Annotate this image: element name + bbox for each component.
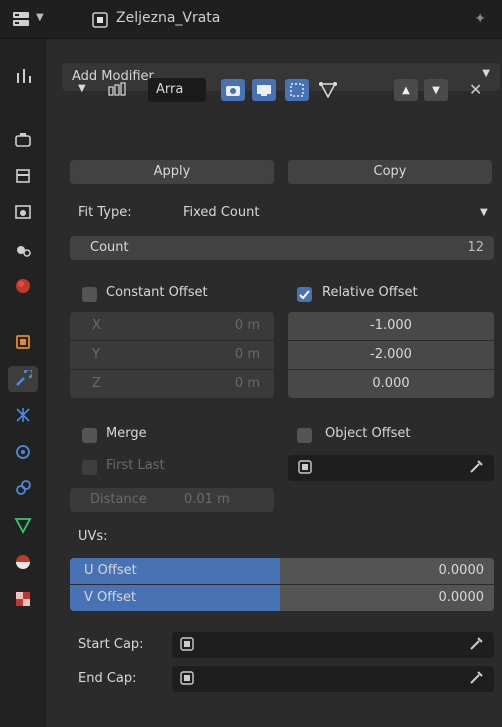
object-offset-field[interactable]	[288, 455, 494, 481]
axis-value: 0 m	[234, 376, 260, 391]
start-cap-label: Start Cap:	[78, 637, 144, 652]
u-offset-label: U Offset	[84, 563, 137, 578]
end-cap-label: End Cap:	[78, 671, 137, 686]
axis-label: Z	[92, 376, 101, 391]
close-icon[interactable]: ✕	[469, 80, 482, 99]
relative-offset-label: Relative Offset	[322, 285, 418, 300]
axis-value: 0 m	[234, 318, 260, 333]
v-offset-value: 0.0000	[438, 590, 485, 605]
physics-tab-icon[interactable]	[8, 439, 38, 465]
array-modifier-icon	[108, 81, 126, 101]
relative-offset-value: 0.000	[372, 376, 410, 391]
display-icon[interactable]	[252, 79, 276, 101]
distance-label: Distance	[90, 492, 147, 507]
object-name: Zeljezna_Vrata	[116, 10, 221, 26]
edit-mode-icon[interactable]	[285, 79, 309, 101]
constant-offset-checkbox[interactable]	[82, 287, 97, 302]
world-tab-icon[interactable]	[8, 273, 38, 299]
fit-type-value[interactable]: Fixed Count	[183, 205, 259, 220]
v-offset-field[interactable]: V Offset 0.0000	[70, 585, 494, 611]
move-up-icon[interactable]: ▲	[394, 79, 418, 101]
data-tab-icon[interactable]	[8, 512, 38, 538]
first-last-label: First Last	[106, 458, 165, 473]
object-offset-label: Object Offset	[325, 426, 411, 441]
axis-label: Y	[92, 347, 100, 362]
modifier-name: Arra	[156, 82, 184, 97]
on-cage-icon[interactable]	[316, 79, 340, 101]
texture-tab-icon[interactable]	[8, 586, 38, 612]
chevron-down-icon: ▼	[480, 207, 488, 218]
uvs-label: UVs:	[78, 529, 108, 544]
eyedropper-icon[interactable]	[468, 670, 484, 690]
constant-offset-z: Z 0 m	[70, 370, 274, 398]
start-cap-field[interactable]	[172, 632, 494, 658]
material-tab-icon[interactable]	[8, 549, 38, 575]
count-value: 12	[467, 240, 484, 255]
first-last-checkbox	[82, 460, 97, 475]
relative-offset-x[interactable]: -1.000	[288, 312, 494, 340]
relative-offset-z[interactable]: 0.000	[288, 370, 494, 398]
distance-value: 0.01 m	[184, 492, 230, 507]
end-cap-field[interactable]	[172, 666, 494, 692]
tool-tab-icon[interactable]	[8, 63, 38, 89]
u-offset-field[interactable]: U Offset 0.0000	[70, 558, 494, 584]
chevron-down-icon: ▼	[482, 68, 490, 79]
object-icon	[180, 637, 194, 655]
fit-type-label: Fit Type:	[78, 205, 132, 220]
copy-label: Copy	[373, 164, 407, 179]
editor-type-icon[interactable]	[12, 11, 34, 27]
eyedropper-icon[interactable]	[468, 459, 484, 479]
merge-checkbox[interactable]	[82, 428, 97, 443]
merge-label: Merge	[106, 426, 147, 441]
properties-header: ▼ Zeljezna_Vrata ✦	[0, 0, 502, 39]
relative-offset-y[interactable]: -2.000	[288, 341, 494, 369]
relative-offset-value: -2.000	[370, 347, 412, 362]
axis-value: 0 m	[234, 347, 260, 362]
modifier-name-field[interactable]: Arra	[148, 78, 206, 102]
collapse-arrow-icon[interactable]: ▼	[78, 83, 86, 94]
object-icon	[298, 460, 312, 478]
count-label: Count	[90, 240, 129, 255]
view-layer-tab-icon[interactable]	[8, 199, 38, 225]
u-offset-value: 0.0000	[438, 563, 485, 578]
constant-offset-label: Constant Offset	[106, 285, 208, 300]
object-offset-checkbox[interactable]	[297, 428, 312, 443]
chevron-down-icon[interactable]: ▼	[36, 12, 44, 23]
constant-offset-y: Y 0 m	[70, 341, 274, 369]
count-field[interactable]: Count 12	[70, 236, 494, 260]
v-offset-label: V Offset	[84, 590, 137, 605]
copy-button[interactable]: Copy	[288, 160, 492, 184]
particles-tab-icon[interactable]	[8, 402, 38, 428]
pin-icon[interactable]: ✦	[474, 11, 486, 27]
render-tab-icon[interactable]	[8, 127, 38, 153]
move-down-icon[interactable]: ▼	[424, 79, 448, 101]
object-icon	[180, 671, 194, 689]
object-icon	[92, 12, 108, 32]
relative-offset-value: -1.000	[370, 318, 412, 333]
object-tab-icon[interactable]	[8, 329, 38, 355]
modifier-tab-icon[interactable]	[8, 366, 38, 392]
properties-tabs	[0, 39, 46, 727]
apply-label: Apply	[153, 164, 191, 179]
eyedropper-icon[interactable]	[468, 636, 484, 656]
output-tab-icon[interactable]	[8, 163, 38, 189]
axis-label: X	[92, 318, 101, 333]
distance-field: Distance 0.01 m	[70, 488, 274, 512]
constraints-tab-icon[interactable]	[8, 475, 38, 501]
scene-tab-icon[interactable]	[8, 237, 38, 263]
relative-offset-checkbox[interactable]	[297, 287, 312, 302]
constant-offset-x: X 0 m	[70, 312, 274, 340]
camera-icon[interactable]	[221, 79, 245, 101]
apply-button[interactable]: Apply	[70, 160, 274, 184]
